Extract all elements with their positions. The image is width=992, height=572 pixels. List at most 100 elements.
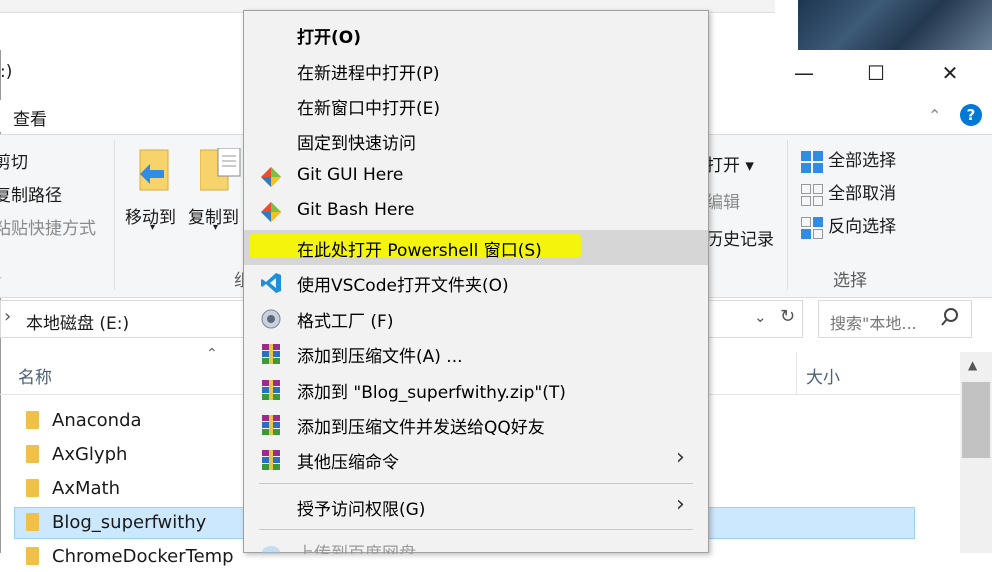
copy-to-dropdown-icon[interactable]: ▾ — [213, 222, 218, 233]
menu-item-add-to-archive[interactable]: 添加到压缩文件(A) ... — [244, 336, 708, 371]
cut-button[interactable]: 剪切 — [0, 148, 28, 173]
winrar-icon — [260, 343, 282, 365]
select-all-label: 全部选择 — [828, 151, 897, 171]
menu-item-git-gui[interactable]: Git GUI Here — [244, 159, 708, 194]
menu-item-label: 授予访问权限(G) — [297, 500, 426, 520]
menu-item-label: 在新窗口中打开(E) — [297, 99, 441, 119]
ribbon-collapse-icon[interactable]: ⌃ — [928, 106, 941, 125]
sort-ascending-icon: ⌃ — [206, 346, 218, 362]
column-divider — [796, 352, 797, 394]
menu-item-label: 添加到压缩文件并发送给QQ好友 — [297, 418, 545, 438]
context-menu: 打开(O) 在新进程中打开(P) 在新窗口中打开(E) 固定到快速访问 Git … — [243, 10, 709, 554]
folder-icon — [26, 479, 39, 497]
menu-item-git-bash[interactable]: Git Bash Here — [244, 194, 708, 229]
menu-item-label: 使用VSCode打开文件夹(O) — [297, 276, 509, 296]
desktop-wallpaper — [798, 0, 992, 50]
open-dropdown-button[interactable]: 打开 ▾ — [706, 151, 754, 176]
menu-item-add-to-zip[interactable]: 添加到 "Blog_superfwithy.zip"(T) — [244, 372, 708, 407]
select-all-icon — [801, 150, 823, 173]
menu-separator — [259, 483, 693, 484]
column-header-name[interactable]: 名称 — [18, 363, 52, 388]
select-none-label: 全部取消 — [828, 184, 897, 204]
menu-item-label: 添加到 "Blog_superfwithy.zip"(T) — [297, 383, 566, 403]
submenu-arrow-icon: › — [676, 492, 685, 517]
menu-item-label: Git Bash Here — [297, 200, 415, 220]
invert-selection-label: 反向选择 — [828, 217, 897, 237]
menu-item-archive-send-qq[interactable]: 添加到压缩文件并发送给QQ好友 — [244, 407, 708, 442]
menu-item-open-powershell[interactable]: 在此处打开 Powershell 窗口(S) — [244, 230, 708, 265]
ribbon-separator — [114, 140, 115, 290]
list-item-name: AxGlyph — [52, 444, 128, 465]
select-group-label: 选择 — [833, 271, 867, 291]
clipboard-group-label: › — [0, 270, 2, 286]
menu-item-label: 在新进程中打开(P) — [297, 64, 440, 84]
git-bash-icon — [260, 201, 282, 223]
refresh-icon[interactable]: ↻ — [780, 306, 795, 327]
invert-selection-icon — [801, 216, 823, 239]
menu-item-open-new-process[interactable]: 在新进程中打开(P) — [244, 53, 708, 88]
folder-icon — [26, 445, 39, 463]
tab-view[interactable]: 查看 — [13, 105, 47, 130]
menu-item-label: 格式工厂 (F) — [297, 312, 394, 332]
minimize-button[interactable]: — — [782, 57, 826, 89]
menu-item-open-vscode[interactable]: 使用VSCode打开文件夹(O) — [244, 265, 708, 300]
format-factory-icon — [260, 308, 282, 330]
history-button[interactable]: 历史记录 — [706, 225, 774, 250]
folder-icon — [26, 547, 39, 565]
menu-item-label: 添加到压缩文件(A) ... — [297, 347, 463, 367]
list-item-name: ChromeDockerTemp — [52, 546, 234, 567]
folder-icon — [26, 513, 39, 531]
list-item-name: AxMath — [52, 478, 120, 499]
baidu-icon — [260, 539, 282, 554]
select-none-icon — [801, 183, 823, 206]
vscode-icon — [260, 272, 282, 294]
git-gui-icon — [260, 166, 282, 188]
list-item-name: Blog_superfwithy — [52, 512, 207, 533]
move-to-dropdown-icon[interactable]: ▾ — [150, 222, 155, 233]
menu-item-label: Git GUI Here — [297, 165, 404, 185]
winrar-icon — [260, 414, 282, 436]
paste-shortcut-button[interactable]: 粘贴快捷方式 — [0, 214, 96, 239]
select-all-button[interactable]: 全部选择 — [801, 146, 896, 173]
search-icon[interactable] — [940, 306, 960, 332]
select-none-button[interactable]: 全部取消 — [801, 179, 896, 206]
winrar-icon — [260, 379, 282, 401]
submenu-arrow-icon: › — [676, 445, 685, 470]
winrar-icon — [260, 449, 282, 471]
breadcrumb-path[interactable]: 本地磁盘 (E:) — [26, 309, 129, 334]
copy-path-button[interactable]: 复制路径 — [0, 181, 62, 206]
menu-item-label: 固定到快速访问 — [297, 134, 416, 154]
menu-item-pin-quick-access[interactable]: 固定到快速访问 — [244, 123, 708, 158]
menu-item-label: 在此处打开 Powershell 窗口(S) — [297, 241, 542, 261]
column-header-size[interactable]: 大小 — [806, 363, 840, 388]
menu-item-label: 其他压缩命令 — [297, 453, 399, 473]
help-icon[interactable]: ? — [960, 104, 982, 126]
menu-item-upload-baidu[interactable]: 上传到百度网盘 — [244, 535, 708, 554]
menu-item-open-new-window[interactable]: 在新窗口中打开(E) — [244, 88, 708, 123]
menu-item-label: 打开(O) — [297, 28, 361, 48]
ribbon-separator — [787, 140, 788, 290]
edit-button[interactable]: 编辑 — [706, 188, 740, 213]
address-dropdown-icon[interactable]: ⌄ — [754, 308, 767, 326]
maximize-icon: ☐ — [867, 61, 885, 85]
scroll-up-icon[interactable]: ▲ — [968, 358, 977, 372]
menu-item-other-compress[interactable]: 其他压缩命令 › — [244, 442, 708, 477]
move-to-icon — [136, 148, 172, 194]
menu-item-label: 上传到百度网盘 — [297, 544, 416, 554]
breadcrumb-chevron-icon[interactable]: › — [4, 306, 11, 327]
menu-separator — [259, 529, 693, 530]
invert-selection-button[interactable]: 反向选择 — [801, 212, 896, 239]
maximize-button[interactable]: ☐ — [854, 57, 898, 89]
minimize-icon: — — [794, 61, 814, 85]
list-item-name: Anaconda — [52, 410, 142, 431]
folder-icon — [26, 411, 39, 429]
copy-to-icon — [199, 147, 242, 194]
scrollbar-thumb[interactable] — [962, 382, 990, 458]
menu-item-open[interactable]: 打开(O) — [244, 17, 708, 52]
close-icon: ✕ — [941, 61, 959, 85]
window-title: :) — [0, 62, 13, 82]
search-placeholder: 搜索"本地... — [830, 314, 917, 333]
menu-item-format-factory[interactable]: 格式工厂 (F) — [244, 301, 708, 336]
menu-item-grant-access[interactable]: 授予访问权限(G) › — [244, 489, 708, 524]
close-button[interactable]: ✕ — [928, 57, 972, 89]
